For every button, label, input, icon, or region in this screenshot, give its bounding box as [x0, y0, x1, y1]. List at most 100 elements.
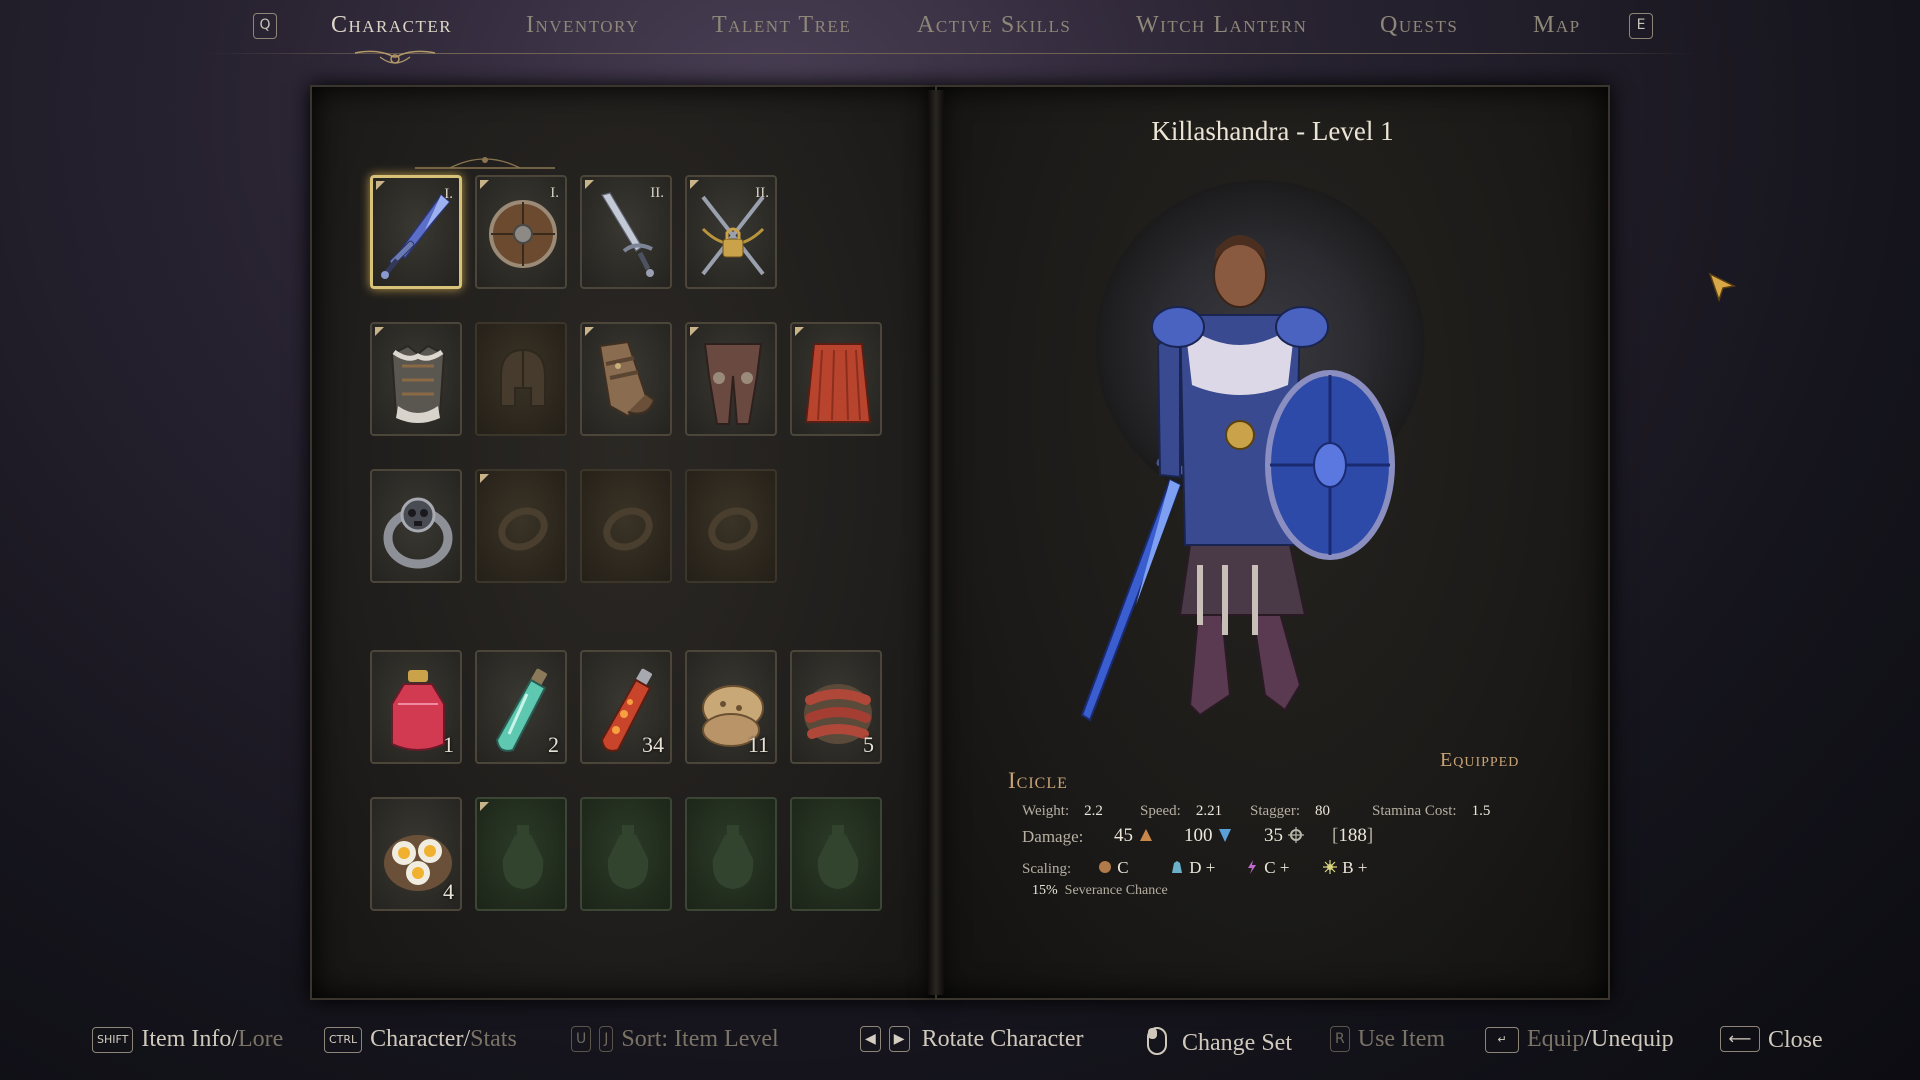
offhand-slot-2-locked[interactable]: II.: [685, 175, 777, 289]
hint-close[interactable]: ⟵ Close: [1720, 1026, 1823, 1054]
backspace-key-icon: ⟵: [1720, 1026, 1760, 1052]
slot-header-ornament-icon: [415, 157, 555, 169]
helmet-slot-empty[interactable]: [475, 322, 567, 436]
ring-slot-2-empty[interactable]: [475, 469, 567, 583]
left-arrow-key-icon: ◀: [860, 1026, 881, 1052]
strength-scaling-icon: [1099, 861, 1111, 873]
frost-damage-icon: [1219, 829, 1232, 842]
sword-icon: [601, 192, 654, 277]
top-navigation: Q Character Inventory Talent Tree Active…: [0, 0, 1920, 70]
hint-item-info[interactable]: SHIFT Item Info/Lore: [92, 1026, 283, 1053]
stack-count: 4: [443, 879, 454, 904]
scaling-faith-value: B +: [1342, 858, 1368, 877]
tab-inventory[interactable]: Inventory: [526, 12, 640, 39]
cape-slot[interactable]: [790, 322, 882, 436]
flask-placeholder-icon: [607, 825, 649, 889]
tab-map[interactable]: Map: [1533, 12, 1581, 39]
equipped-status: Equipped: [1440, 749, 1520, 771]
consumable-slot-6[interactable]: 4: [370, 797, 462, 911]
cape-icon: [804, 343, 872, 423]
damage-total-value: 188: [1338, 825, 1367, 846]
tab-quests[interactable]: Quests: [1380, 12, 1458, 39]
weapon-slot-main-1[interactable]: I.: [370, 175, 462, 289]
tab-talent-tree[interactable]: Talent Tree: [712, 12, 851, 39]
ring-slot-1[interactable]: [370, 469, 462, 583]
scaling-label: Scaling:: [1022, 861, 1072, 877]
gauntlets-slot[interactable]: [580, 322, 672, 436]
chest-armor-slot[interactable]: [370, 322, 462, 436]
flask-placeholder-icon: [817, 825, 859, 889]
hint-rotate-character[interactable]: ◀ ▶ Rotate Character: [860, 1026, 1083, 1053]
consumable-slot-5[interactable]: 5: [790, 650, 882, 764]
stack-count: 1: [443, 732, 454, 757]
scaling-strength-value: C: [1117, 858, 1129, 877]
tab-active-skills[interactable]: Active Skills: [917, 12, 1071, 39]
r-key-icon: R: [1330, 1026, 1350, 1052]
locked-crossed-swords-icon: [701, 195, 765, 276]
character-model[interactable]: [1060, 215, 1440, 735]
leg-armor-icon: [703, 343, 763, 425]
consumable-slot-9-empty[interactable]: [685, 797, 777, 911]
holy-damage-icon: [1287, 827, 1304, 843]
u-key-icon: U: [571, 1026, 592, 1052]
offhand-slot-1[interactable]: I.: [475, 175, 567, 289]
j-key-icon: J: [599, 1026, 614, 1052]
hint-use-item[interactable]: R Use Item: [1330, 1026, 1445, 1053]
corner-marker: [480, 180, 489, 189]
leg-armor-slot[interactable]: [685, 322, 777, 436]
hint-label: Close: [1768, 1027, 1823, 1053]
corner-marker: [585, 180, 594, 189]
ctrl-key-icon: CTRL: [324, 1027, 363, 1053]
stack-count: 2: [548, 732, 559, 757]
corner-marker: [585, 327, 594, 336]
hint-sort[interactable]: U J Sort: Item Level: [571, 1026, 779, 1053]
right-arrow-key-icon: ▶: [888, 1026, 910, 1052]
magic-scaling-icon: [1248, 860, 1256, 874]
tab-witch-lantern[interactable]: Witch Lantern: [1136, 12, 1307, 39]
damage-physical-value: 45: [1114, 825, 1133, 846]
consumable-slot-7-empty[interactable]: [475, 797, 567, 911]
stack-count: 5: [863, 732, 874, 757]
faith-scaling-icon: [1323, 860, 1337, 874]
severance-label: Severance Chance: [1064, 883, 1168, 898]
flask-placeholder-icon: [502, 825, 544, 889]
corner-marker: [480, 802, 489, 811]
weight-label: Weight:: [1022, 803, 1070, 819]
sword-icon: [381, 193, 451, 279]
hint-label-secondary: Stats: [470, 1026, 517, 1052]
hint-label: Character: [370, 1026, 464, 1052]
corner-marker: [795, 327, 804, 336]
consumable-slot-2[interactable]: 2: [475, 650, 567, 764]
corner-marker: [690, 327, 699, 336]
corner-marker: [480, 474, 489, 483]
ring-slot-4-empty[interactable]: [685, 469, 777, 583]
consumable-slot-1[interactable]: 1: [370, 650, 462, 764]
hint-separator: /: [1584, 1026, 1591, 1052]
hint-character-stats[interactable]: CTRL Character/Stats: [324, 1026, 517, 1053]
next-tab-key[interactable]: E: [1629, 13, 1653, 39]
chest-armor-icon: [390, 344, 446, 423]
hint-equip-unequip[interactable]: ↵ Equip/Unequip: [1485, 1026, 1674, 1053]
mouse-cursor-icon: [1708, 272, 1736, 302]
hint-label: Change Set: [1182, 1030, 1292, 1056]
stamina-value: 1.5: [1471, 803, 1491, 819]
round-shield-icon: [489, 200, 557, 268]
ring-slot-3-empty[interactable]: [580, 469, 672, 583]
damage-holy-value: 35: [1264, 825, 1283, 846]
weapon-slot-main-2[interactable]: II.: [580, 175, 672, 289]
consumable-slot-8-empty[interactable]: [580, 797, 672, 911]
weight-value: 2.2: [1084, 803, 1103, 819]
physical-damage-icon: [1139, 829, 1152, 841]
consumable-slot-10-empty[interactable]: [790, 797, 882, 911]
stagger-label: Stagger:: [1250, 803, 1300, 819]
hint-change-set[interactable]: Change Set: [1146, 1026, 1292, 1057]
tab-character[interactable]: Character: [331, 12, 452, 39]
stamina-label: Stamina Cost:: [1372, 803, 1457, 819]
consumable-slot-4[interactable]: 11: [685, 650, 777, 764]
prev-tab-key[interactable]: Q: [253, 13, 277, 39]
hint-label-secondary: Unequip: [1591, 1026, 1674, 1052]
active-tab-ornament-icon: [354, 50, 436, 64]
hint-separator: /: [231, 1026, 238, 1052]
severance-percent: 15%: [1032, 883, 1058, 898]
consumable-slot-3[interactable]: 34: [580, 650, 672, 764]
